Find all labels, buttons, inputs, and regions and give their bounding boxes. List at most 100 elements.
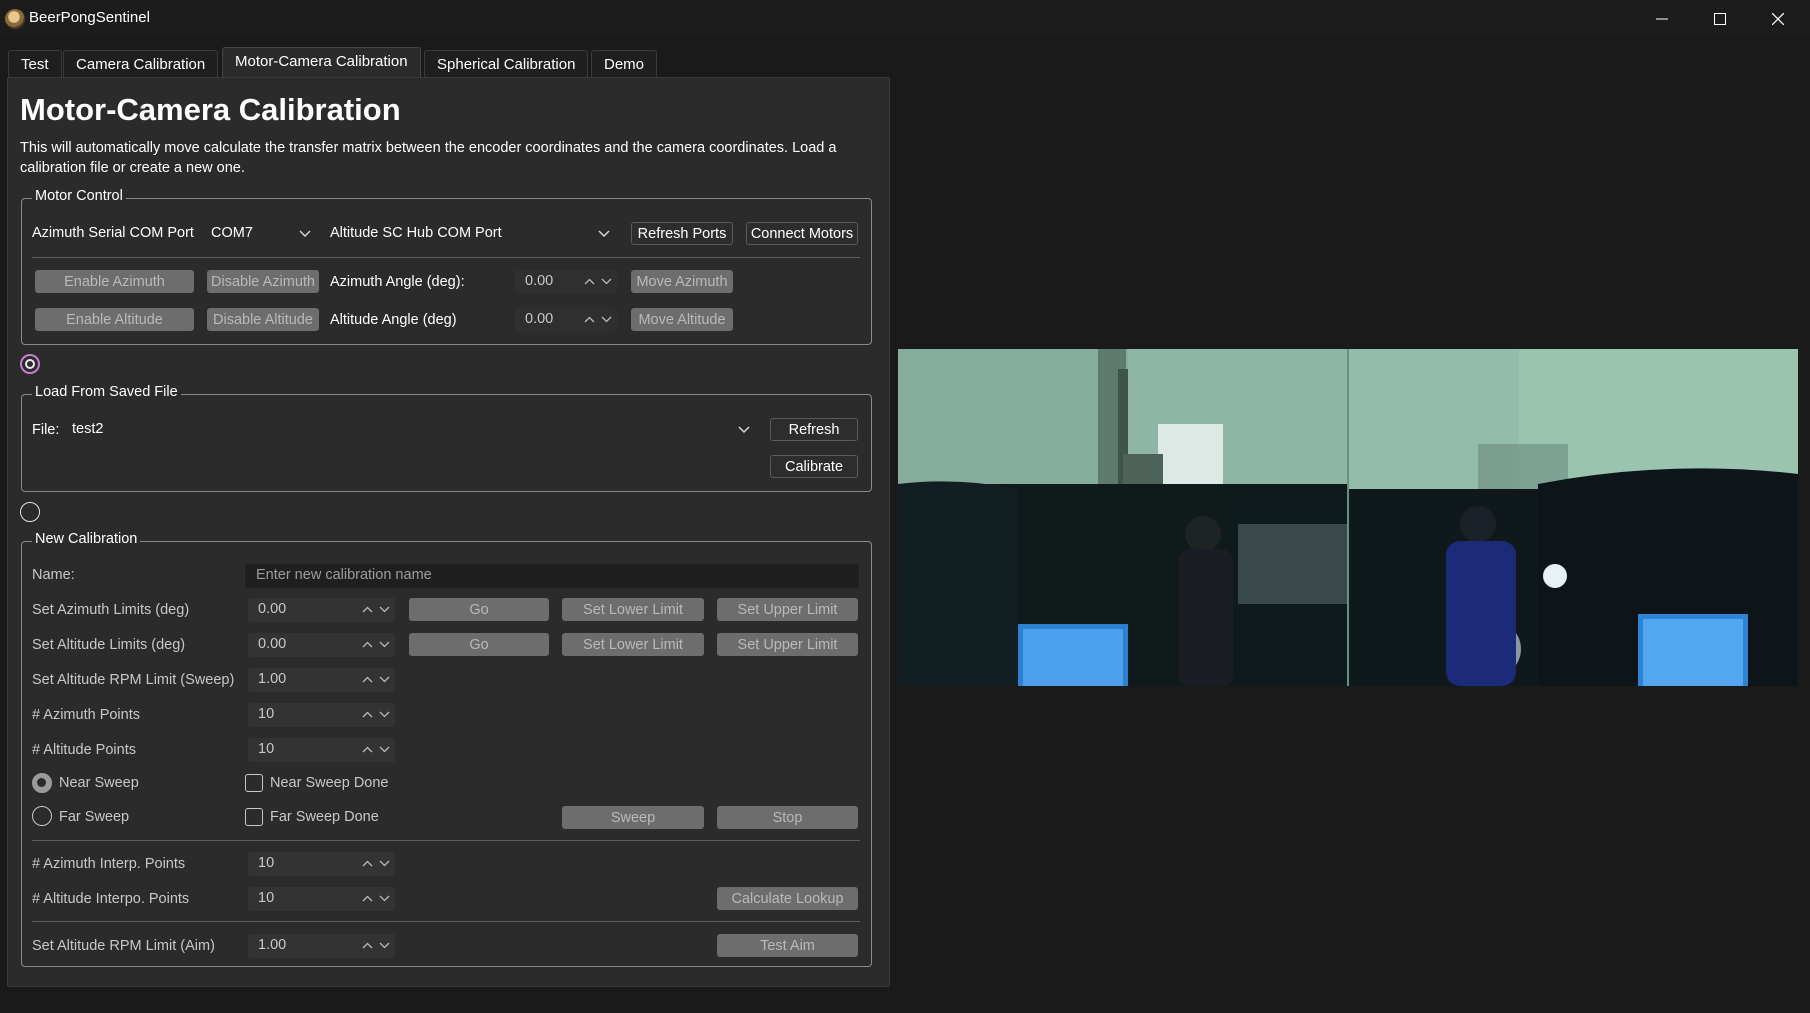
chevron-down-icon[interactable] [379,860,390,867]
maximize-button[interactable] [1691,0,1749,38]
chevron-up-icon[interactable] [362,676,373,683]
altitude-angle-spinbox[interactable]: 0.00 [515,308,617,332]
tab-test[interactable]: Test [8,50,62,78]
rpm-aim-value: 1.00 [258,937,287,953]
calibrate-button[interactable]: Calibrate [770,455,858,478]
azimuth-port-label: Azimuth Serial COM Port [32,225,194,241]
altitude-port-select[interactable] [515,222,617,245]
azimuth-set-lower-button[interactable]: Set Lower Limit [562,598,704,621]
chevron-down-icon[interactable] [379,676,390,683]
sweep-button[interactable]: Sweep [562,806,704,829]
refresh-ports-button[interactable]: Refresh Ports [631,222,733,245]
chevron-down-icon [299,230,311,237]
chevron-up-icon[interactable] [362,606,373,613]
calibration-name-input[interactable]: Enter new calibration name [245,564,859,588]
title-bar: BeerPongSentinel [0,0,1810,38]
chevron-up-icon[interactable] [362,711,373,718]
chevron-up-icon[interactable] [584,278,595,285]
altitude-go-button[interactable]: Go [409,633,549,656]
load-saved-legend: Load From Saved File [32,384,181,400]
chevron-down-icon[interactable] [601,278,612,285]
calibration-name-label: Name: [32,567,75,583]
altitude-limits-value: 0.00 [258,636,287,652]
load-saved-radio[interactable] [20,354,40,374]
altitude-points-label: # Altitude Points [32,742,136,758]
move-azimuth-button[interactable]: Move Azimuth [631,270,733,293]
move-altitude-button[interactable]: Move Altitude [631,308,733,331]
tab-spherical-calibration[interactable]: Spherical Calibration [424,50,589,78]
minimize-button[interactable] [1633,0,1691,38]
azimuth-points-label: # Azimuth Points [32,707,140,723]
near-sweep-done-checkbox[interactable] [245,774,263,792]
new-calibration-radio[interactable] [20,502,40,522]
altitude-interp-spinbox[interactable]: 10 [248,887,395,911]
far-sweep-radio[interactable] [32,806,52,826]
chevron-down-icon[interactable] [379,895,390,902]
near-sweep-label: Near Sweep [59,775,139,791]
chevron-down-icon[interactable] [379,606,390,613]
tab-demo[interactable]: Demo [591,50,658,78]
far-sweep-done-label: Far Sweep Done [270,809,379,825]
azimuth-set-upper-button[interactable]: Set Upper Limit [717,598,858,621]
altitude-angle-value: 0.00 [525,311,554,327]
file-label: File: [32,422,60,438]
chevron-up-icon[interactable] [362,942,373,949]
azimuth-points-value: 10 [258,706,275,722]
camera-feed [898,349,1798,686]
altitude-set-lower-button[interactable]: Set Lower Limit [562,633,704,656]
enable-altitude-button[interactable]: Enable Altitude [35,308,194,331]
stop-button[interactable]: Stop [717,806,858,829]
file-value: test2 [72,421,104,437]
chevron-down-icon[interactable] [379,711,390,718]
chevron-up-icon[interactable] [362,641,373,648]
azimuth-points-spinbox[interactable]: 10 [248,703,395,727]
maximize-icon [1714,13,1726,25]
close-icon [1772,13,1784,25]
azimuth-limits-spinbox[interactable]: 0.00 [248,598,395,622]
app-logo-icon [5,9,25,29]
chevron-up-icon[interactable] [362,860,373,867]
lookup-divider [32,921,860,922]
altitude-points-spinbox[interactable]: 10 [248,738,395,762]
near-sweep-radio[interactable] [32,773,52,793]
tab-motor-camera-calibration[interactable]: Motor-Camera Calibration [222,47,421,78]
azimuth-go-button[interactable]: Go [409,598,549,621]
altitude-limits-spinbox[interactable]: 0.00 [248,633,395,657]
azimuth-angle-spinbox[interactable]: 0.00 [515,270,617,294]
load-saved-group: Load From Saved File [21,384,872,492]
chevron-up-icon[interactable] [362,746,373,753]
altitude-set-upper-button[interactable]: Set Upper Limit [717,633,858,656]
close-button[interactable] [1749,0,1807,38]
connect-motors-button[interactable]: Connect Motors [746,222,858,245]
page-description: This will automatically move calculate t… [20,140,837,176]
chevron-up-icon[interactable] [362,895,373,902]
altitude-angle-label: Altitude Angle (deg) [330,312,457,328]
azimuth-interp-spinbox[interactable]: 10 [248,852,395,876]
azimuth-port-select[interactable]: COM7 [206,222,318,245]
rpm-aim-spinbox[interactable]: 1.00 [248,934,395,958]
chevron-down-icon[interactable] [379,942,390,949]
sweep-divider [32,840,860,841]
calculate-lookup-button[interactable]: Calculate Lookup [717,887,858,910]
chevron-down-icon [738,426,750,433]
file-select[interactable]: test2 [67,418,757,441]
disable-azimuth-button[interactable]: Disable Azimuth [207,270,319,293]
altitude-interp-label: # Altitude Interpo. Points [32,891,190,907]
tab-camera-calibration[interactable]: Camera Calibration [63,50,219,78]
disable-altitude-button[interactable]: Disable Altitude [207,308,319,331]
enable-azimuth-button[interactable]: Enable Azimuth [35,270,194,293]
rpm-sweep-spinbox[interactable]: 1.00 [248,668,395,692]
altitude-port-label: Altitude SC Hub COM Port [330,225,502,241]
azimuth-angle-label: Azimuth Angle (deg): [330,274,465,290]
rpm-sweep-value: 1.00 [258,671,287,687]
far-sweep-done-checkbox[interactable] [245,808,263,826]
chevron-down-icon[interactable] [379,746,390,753]
altitude-interp-value: 10 [258,890,275,906]
test-aim-button[interactable]: Test Aim [717,934,858,957]
chevron-down-icon[interactable] [379,641,390,648]
azimuth-angle-value: 0.00 [525,273,554,289]
refresh-files-button[interactable]: Refresh [770,418,858,441]
azimuth-interp-label: # Azimuth Interp. Points [32,856,186,872]
chevron-down-icon[interactable] [601,316,612,323]
chevron-up-icon[interactable] [584,316,595,323]
